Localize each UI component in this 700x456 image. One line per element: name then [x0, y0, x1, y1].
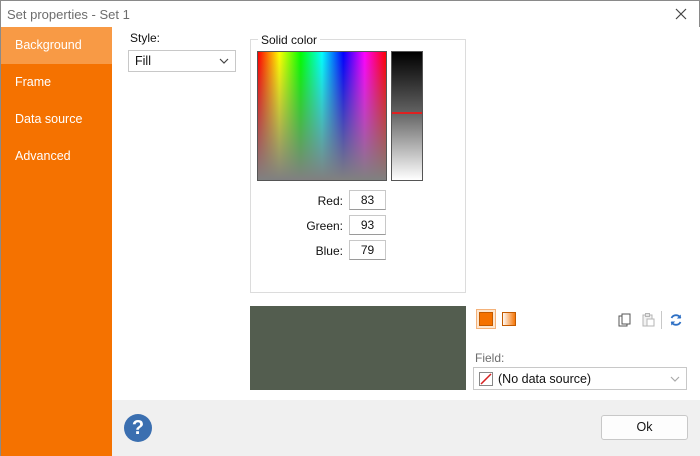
green-label: Green:	[306, 219, 343, 233]
style-select[interactable]: Fill	[128, 50, 236, 72]
paste-icon	[642, 313, 655, 327]
dialog-window: Set properties - Set 1 Background Frame …	[0, 0, 700, 456]
red-input[interactable]: 83	[349, 190, 386, 210]
copy-button[interactable]	[616, 311, 634, 329]
window-title: Set properties - Set 1	[7, 7, 130, 22]
field-select-value: (No data source)	[498, 371, 592, 386]
title-bar: Set properties - Set 1	[1, 1, 699, 28]
content-panel: Style: Fill Solid color Red: 83 Green: 9…	[112, 27, 700, 400]
refresh-button[interactable]	[667, 311, 685, 329]
sidebar-item-frame[interactable]: Frame	[1, 64, 112, 101]
sidebar-item-data-source[interactable]: Data source	[1, 101, 112, 138]
luminance-slider[interactable]	[391, 51, 423, 181]
solid-fill-button[interactable]	[476, 309, 496, 329]
color-preview	[250, 306, 466, 390]
toolbar-divider	[661, 311, 662, 329]
solid-swatch-icon	[479, 312, 493, 326]
no-data-source-icon	[479, 372, 493, 386]
color-spectrum[interactable]	[257, 51, 387, 181]
blue-label: Blue:	[315, 244, 343, 258]
gradient-fill-button[interactable]	[499, 309, 519, 329]
solid-color-group: Solid color Red: 83 Green: 93 Blue: 79	[250, 33, 466, 293]
refresh-icon	[670, 314, 682, 326]
sidebar: Background Frame Data source Advanced	[1, 27, 112, 456]
gradient-swatch-icon	[502, 312, 516, 326]
style-select-value: Fill	[135, 54, 151, 68]
help-icon[interactable]: ?	[124, 414, 152, 442]
copy-icon	[618, 313, 631, 327]
paste-button[interactable]	[639, 311, 657, 329]
blue-input[interactable]: 79	[349, 240, 386, 260]
field-select[interactable]: (No data source)	[473, 367, 687, 390]
solid-color-title: Solid color	[258, 33, 321, 47]
style-label: Style:	[130, 31, 161, 45]
red-label: Red:	[317, 194, 343, 208]
chevron-down-icon	[670, 376, 680, 382]
close-icon	[675, 8, 687, 20]
chevron-down-icon	[219, 58, 229, 64]
dialog-footer: ? Ok	[112, 400, 700, 456]
sidebar-item-background[interactable]: Background	[1, 27, 112, 64]
ok-button[interactable]: Ok	[601, 415, 688, 440]
luminance-marker[interactable]	[392, 112, 422, 114]
sidebar-item-advanced[interactable]: Advanced	[1, 138, 112, 175]
close-button[interactable]	[669, 3, 693, 25]
green-input[interactable]: 93	[349, 215, 386, 235]
field-label: Field:	[475, 351, 505, 365]
